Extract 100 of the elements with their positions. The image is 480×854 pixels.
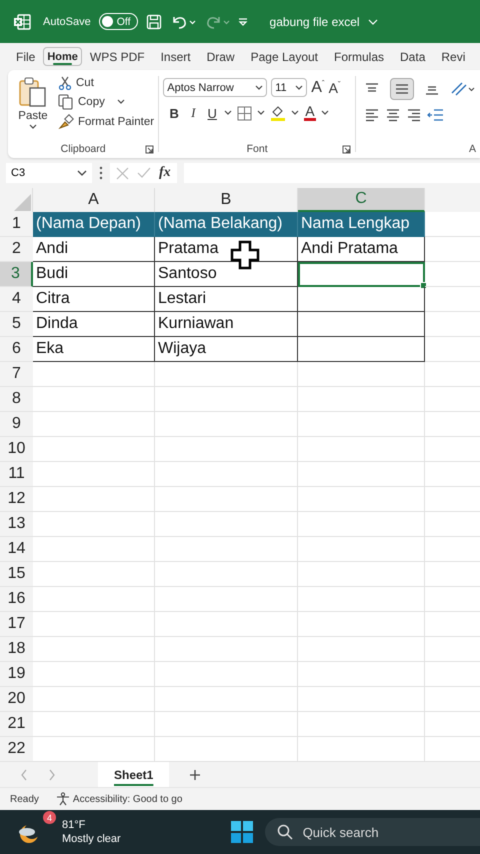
row-header[interactable]: 6 bbox=[0, 337, 33, 362]
copy-button[interactable]: Copy bbox=[58, 94, 105, 110]
grid-cell[interactable] bbox=[155, 487, 298, 512]
chevron-down-icon[interactable] bbox=[368, 18, 378, 26]
insert-function-button[interactable]: fx bbox=[159, 165, 171, 181]
grid-cell[interactable] bbox=[33, 537, 155, 562]
grid-cell[interactable] bbox=[298, 537, 425, 562]
excel-logo-icon[interactable] bbox=[13, 12, 31, 30]
align-left-icon[interactable] bbox=[364, 108, 380, 122]
grid-cell[interactable] bbox=[155, 662, 298, 687]
grid-cell[interactable] bbox=[33, 437, 155, 462]
grid-cell[interactable] bbox=[33, 512, 155, 537]
caret-icon[interactable] bbox=[320, 110, 329, 116]
table-cell[interactable]: Andi bbox=[33, 237, 155, 262]
grid-cell[interactable] bbox=[33, 587, 155, 612]
grid-cell[interactable] bbox=[33, 662, 155, 687]
menu-tab[interactable]: Draw bbox=[198, 46, 243, 68]
row-header[interactable]: 9 bbox=[0, 412, 33, 437]
start-icon[interactable] bbox=[230, 821, 253, 843]
table-header-cell[interactable]: (Nama Depan) bbox=[33, 212, 155, 237]
grid-cell[interactable] bbox=[298, 562, 425, 587]
caret-icon[interactable] bbox=[116, 99, 125, 105]
row-header[interactable]: 2 bbox=[0, 237, 33, 262]
grid-cell[interactable] bbox=[33, 687, 155, 712]
column-header[interactable]: C bbox=[298, 188, 425, 212]
table-cell[interactable]: Wijaya bbox=[155, 337, 298, 362]
fill-color-icon[interactable] bbox=[270, 105, 286, 121]
grid-cell[interactable] bbox=[155, 712, 298, 737]
grid-cell[interactable] bbox=[155, 537, 298, 562]
caret-icon[interactable] bbox=[224, 110, 232, 116]
grid-cell[interactable] bbox=[33, 387, 155, 412]
grid-cell[interactable] bbox=[298, 387, 425, 412]
table-cell[interactable]: Kurniawan bbox=[155, 312, 298, 337]
more-icon[interactable] bbox=[99, 166, 103, 180]
dialog-launcher-icon[interactable] bbox=[145, 144, 154, 154]
grid-cell[interactable] bbox=[298, 712, 425, 737]
table-cell[interactable] bbox=[298, 262, 425, 287]
row-header[interactable]: 21 bbox=[0, 712, 33, 737]
grid-cell[interactable] bbox=[155, 637, 298, 662]
grid-cell[interactable] bbox=[298, 612, 425, 637]
indent-icon[interactable] bbox=[427, 108, 445, 122]
grid-cell[interactable] bbox=[298, 362, 425, 387]
search-field[interactable]: Quick search bbox=[264, 818, 480, 846]
grid-cell[interactable] bbox=[155, 362, 298, 387]
font-size-dropdown[interactable]: 11 bbox=[271, 78, 308, 97]
grid-cell[interactable] bbox=[298, 637, 425, 662]
check-icon[interactable] bbox=[137, 167, 151, 179]
row-header[interactable]: 20 bbox=[0, 687, 33, 712]
align-right-icon[interactable] bbox=[406, 108, 422, 122]
grid-cell[interactable] bbox=[155, 437, 298, 462]
sheet-tab[interactable]: Sheet1 bbox=[98, 762, 170, 787]
grid-cell[interactable] bbox=[298, 412, 425, 437]
grid-cell[interactable] bbox=[155, 612, 298, 637]
row-header[interactable]: 14 bbox=[0, 537, 33, 562]
row-header[interactable]: 1 bbox=[0, 212, 33, 237]
font-color-button[interactable]: A bbox=[304, 105, 316, 121]
menu-tab[interactable]: Formulas bbox=[326, 46, 392, 68]
caret-icon[interactable] bbox=[257, 110, 266, 116]
table-cell[interactable]: Eka bbox=[33, 337, 155, 362]
grid-cell[interactable] bbox=[298, 587, 425, 612]
grid-cell[interactable] bbox=[298, 687, 425, 712]
row-header[interactable]: 15 bbox=[0, 562, 33, 587]
caret-icon[interactable] bbox=[291, 110, 300, 116]
row-header[interactable]: 12 bbox=[0, 487, 33, 512]
grid-cell[interactable] bbox=[155, 562, 298, 587]
menu-tab[interactable]: Page Layout bbox=[242, 46, 326, 68]
file-name[interactable]: gabung file excel bbox=[270, 14, 360, 28]
table-cell[interactable]: Dinda bbox=[33, 312, 155, 337]
accessibility-status[interactable]: Accessibility: Good to go bbox=[72, 794, 182, 804]
dialog-launcher-icon[interactable] bbox=[342, 144, 352, 154]
cancel-icon[interactable] bbox=[116, 166, 129, 180]
save-icon[interactable] bbox=[146, 14, 162, 30]
row-header[interactable]: 11 bbox=[0, 462, 33, 487]
grid-cell[interactable] bbox=[33, 362, 155, 387]
grid-cell[interactable] bbox=[155, 587, 298, 612]
borders-icon[interactable] bbox=[237, 106, 252, 120]
row-header[interactable]: 18 bbox=[0, 637, 33, 662]
vertical-align-button[interactable] bbox=[390, 78, 414, 100]
menu-tab[interactable]: Home bbox=[43, 47, 82, 66]
row-header[interactable]: 10 bbox=[0, 437, 33, 462]
grid-cell[interactable] bbox=[33, 462, 155, 487]
grid-cell[interactable] bbox=[33, 712, 155, 737]
grid-cell[interactable] bbox=[155, 387, 298, 412]
add-sheet-icon[interactable] bbox=[189, 768, 202, 780]
font-name-dropdown[interactable]: Aptos Narrow bbox=[163, 78, 268, 97]
row-header[interactable]: 13 bbox=[0, 512, 33, 537]
table-cell[interactable]: Citra bbox=[33, 287, 155, 312]
table-cell[interactable] bbox=[298, 337, 425, 362]
menu-tab[interactable]: Data bbox=[392, 46, 434, 68]
row-header[interactable]: 22 bbox=[0, 737, 33, 762]
grid-cell[interactable] bbox=[33, 562, 155, 587]
table-header-cell[interactable]: Nama Lengkap bbox=[298, 212, 425, 237]
grid-cell[interactable] bbox=[298, 487, 425, 512]
row-header[interactable]: 3 bbox=[0, 262, 33, 287]
grid-cell[interactable] bbox=[298, 662, 425, 687]
cut-button[interactable]: Cut bbox=[58, 76, 154, 90]
menu-tab[interactable]: File bbox=[8, 46, 44, 68]
format-painter-button[interactable]: Format Painter bbox=[58, 114, 154, 130]
grid-cell[interactable] bbox=[298, 462, 425, 487]
grid-cell[interactable] bbox=[33, 637, 155, 662]
